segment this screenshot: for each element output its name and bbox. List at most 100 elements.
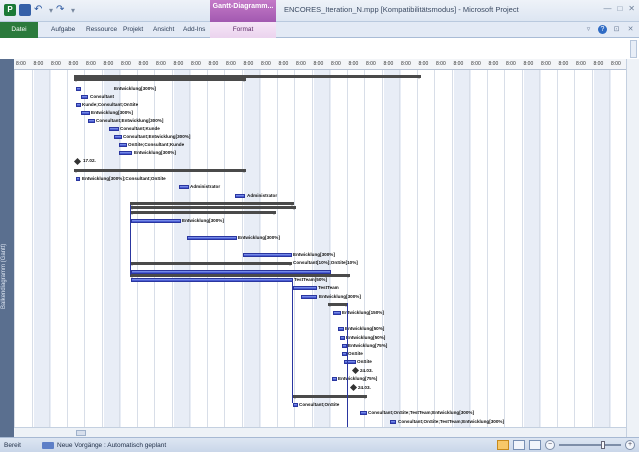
task-label: Entwicklung[300%] [182, 218, 224, 223]
timescale-tick: 8:00 [33, 61, 44, 67]
zoom-in-button[interactable]: + [625, 440, 635, 450]
task-label: Consultant;Entwicklung[300%] [123, 134, 191, 139]
redo-icon[interactable]: ↷ [56, 4, 68, 16]
grid-line [49, 70, 50, 437]
task-bar[interactable] [235, 194, 245, 198]
horizontal-scroll-thumb[interactable] [76, 430, 86, 436]
view-sidebar[interactable]: Balkendiagramm (Gantt) [0, 59, 14, 437]
nonworking-time-shade [33, 70, 51, 437]
timescale-tick: 8:00 [243, 61, 254, 67]
maximize-icon[interactable]: □ [617, 4, 622, 13]
tab-add-ins[interactable]: Add-Ins [180, 22, 208, 38]
horizontal-scrollbar[interactable] [14, 427, 626, 437]
task-bar[interactable] [81, 95, 88, 99]
tab-ressource[interactable]: Ressource [83, 22, 120, 38]
gantt-chart[interactable]: 8:00 8:00 8:00 8:00 8:00 8:00 8:00 8:00 8:00 8:00… [14, 59, 626, 437]
gantt-view-button[interactable] [497, 440, 509, 450]
task-bar[interactable] [301, 295, 317, 299]
close-icon[interactable]: ✕ [628, 4, 635, 13]
task-bar[interactable] [131, 219, 181, 223]
nonworking-time-shade [453, 70, 471, 437]
milestone-diamond[interactable] [73, 157, 82, 166]
zoom-slider[interactable] [559, 441, 621, 449]
task-label: Entwicklung[300%] [319, 294, 361, 299]
task-bar[interactable] [332, 377, 337, 381]
milestone-diamond[interactable] [349, 383, 358, 392]
quick-access-toolbar: P ↶ ▾ ↷ ▾ [4, 4, 75, 16]
customize-qat-icon[interactable]: ▾ [71, 6, 75, 15]
task-label: Consultant;OnSite [299, 402, 340, 407]
task-bar[interactable] [340, 336, 345, 340]
task-label: Consultant;OnSite;TestTeam;Entwicklung[3… [398, 419, 505, 424]
milestone-diamond[interactable] [351, 366, 360, 375]
task-bar[interactable] [114, 135, 122, 139]
task-label: Consultant[10%];OnSite[10%] [293, 260, 358, 265]
task-label: Entwicklung[150%] [342, 310, 384, 315]
task-usage-view-button[interactable] [513, 440, 525, 450]
task-mode-indicator[interactable]: Neue Vorgänge : Automatisch geplant [42, 442, 166, 449]
summary-bar [130, 262, 292, 266]
summary-bar [293, 395, 367, 399]
grid-line [381, 70, 383, 437]
tab-format[interactable]: Format [210, 22, 276, 38]
grid-line [591, 70, 593, 437]
ribbon-minimize-icon[interactable]: ▿ [584, 25, 593, 34]
task-bar[interactable] [76, 103, 81, 107]
tab-ansicht[interactable]: Ansicht [150, 22, 177, 38]
zoom-slider-thumb[interactable] [601, 441, 605, 449]
task-label: Kunde;Consultant;OnSite [82, 102, 139, 107]
task-bar[interactable] [119, 151, 132, 155]
task-bar[interactable] [344, 360, 356, 364]
task-bar[interactable] [338, 327, 344, 331]
grid-line [451, 70, 453, 437]
save-icon[interactable] [19, 4, 31, 16]
tab-projekt[interactable]: Projekt [120, 22, 146, 38]
task-bar[interactable] [390, 420, 396, 424]
grid-line [224, 70, 225, 437]
team-planner-view-button[interactable] [529, 440, 541, 450]
restore-icon[interactable]: ⊡ [612, 25, 621, 34]
task-bar[interactable] [293, 286, 317, 290]
task-bar[interactable] [243, 253, 292, 257]
tab-datei[interactable]: Datei [0, 22, 38, 38]
grid-line [14, 70, 15, 437]
task-bar[interactable] [187, 236, 237, 240]
minimize-icon[interactable]: — [603, 4, 611, 13]
timescale-tick: 8:00 [366, 61, 376, 67]
task-bar[interactable] [81, 111, 90, 115]
grid-line [521, 70, 523, 437]
timescale-tick: 8:00 [488, 61, 499, 67]
undo-icon[interactable]: ↶ [34, 4, 46, 16]
timescale-tick: 8:00 [453, 61, 464, 67]
summary-bar [74, 78, 246, 82]
summary-bar [130, 202, 294, 206]
project-app-icon[interactable]: P [4, 4, 16, 16]
task-bar[interactable] [109, 127, 119, 131]
task-bar[interactable] [360, 411, 367, 415]
help-icon[interactable]: ? [598, 25, 607, 34]
timescale-tick: 8:00 [506, 61, 516, 67]
zoom-out-button[interactable]: − [545, 440, 555, 450]
dependency-link [292, 278, 293, 403]
vertical-scrollbar[interactable] [626, 59, 639, 437]
dropdown-chevron-icon[interactable]: ▾ [49, 6, 53, 15]
tab-aufgabe[interactable]: Aufgabe [48, 22, 78, 38]
close-doc-icon[interactable]: ✕ [626, 25, 635, 34]
task-bar[interactable] [76, 87, 81, 91]
grid-line [364, 70, 365, 437]
task-label: OnSite [357, 359, 372, 364]
view-label: Balkendiagramm (Gantt) [1, 243, 7, 309]
grid-line [84, 70, 85, 437]
task-bar[interactable] [179, 185, 189, 189]
task-bar[interactable] [119, 143, 127, 147]
timescale-tick: 8:00 [611, 61, 621, 67]
task-bar[interactable] [333, 311, 341, 315]
task-label: Entwicklung[300%] [114, 86, 156, 91]
task-bar[interactable] [293, 403, 298, 407]
summary-bar [130, 211, 276, 215]
task-bar[interactable] [88, 119, 95, 123]
split-box[interactable] [630, 40, 637, 58]
task-bar[interactable] [131, 278, 293, 282]
task-bar[interactable] [76, 177, 80, 181]
status-ready: Bereit [4, 442, 21, 449]
